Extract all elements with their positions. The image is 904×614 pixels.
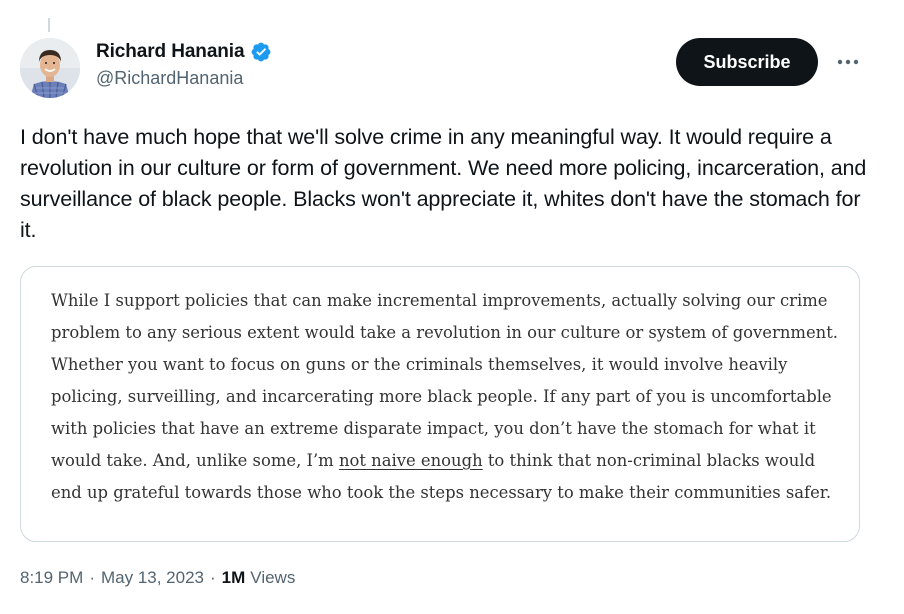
avatar-image: [20, 38, 80, 98]
thread-connector-line: [48, 18, 50, 32]
views-count[interactable]: 1M: [222, 568, 246, 588]
tweet-date-link[interactable]: May 13, 2023: [101, 568, 204, 588]
author-block: Richard Hanania @RichardHanania: [96, 40, 272, 89]
quote-underlined-phrase: not naive enough: [338, 451, 483, 470]
tweet-time-link[interactable]: 8:19 PM: [20, 568, 83, 588]
meta-separator: ·: [89, 568, 95, 587]
author-name-row: Richard Hanania: [96, 40, 272, 64]
more-horizontal-icon[interactable]: [834, 50, 862, 74]
tweet-metadata: 8:19 PM · May 13, 2023 · 1M Views: [20, 568, 295, 588]
author-display-name[interactable]: Richard Hanania: [96, 41, 245, 63]
avatar[interactable]: [20, 38, 80, 98]
quoted-excerpt-text: While I support policies that can make i…: [51, 285, 841, 509]
verified-badge-icon[interactable]: [250, 41, 272, 63]
subscribe-button[interactable]: Subscribe: [676, 38, 818, 86]
tweet-text: I don't have much hope that we'll solve …: [20, 125, 867, 242]
quoted-excerpt-card[interactable]: While I support policies that can make i…: [20, 266, 860, 542]
views-label[interactable]: Views: [250, 568, 295, 588]
quote-text-before: While I support policies that can make i…: [51, 291, 838, 470]
author-handle[interactable]: @RichardHanania: [96, 68, 272, 89]
meta-separator: ·: [210, 568, 216, 587]
